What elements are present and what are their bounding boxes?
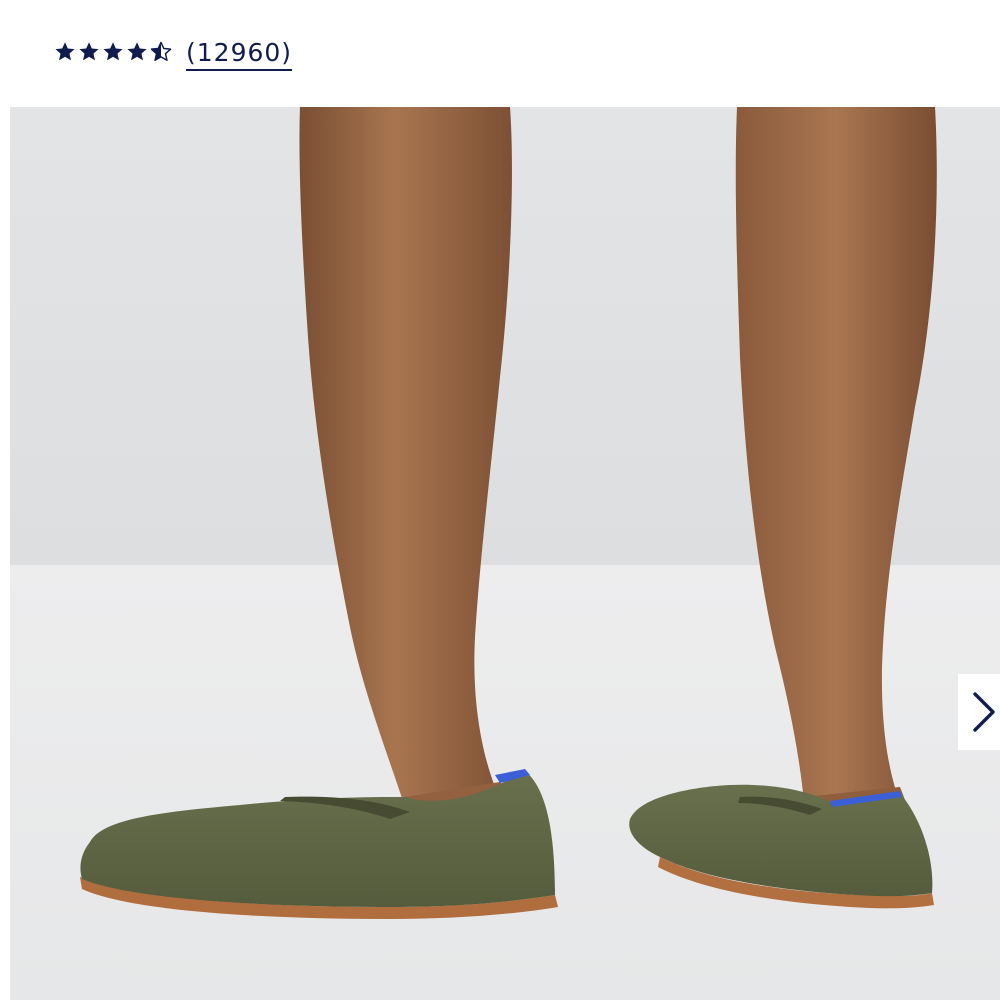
star-icon	[103, 42, 123, 61]
star-icon	[127, 42, 147, 61]
carousel-next-button[interactable]	[958, 674, 1000, 750]
product-rating: (12960)	[54, 30, 292, 74]
chevron-right-icon	[973, 692, 995, 732]
star-rating	[54, 41, 172, 63]
star-icon	[55, 42, 75, 61]
star-icon	[79, 42, 99, 61]
review-count-link[interactable]: (12960)	[186, 38, 292, 67]
product-photo-green-flats	[10, 107, 1000, 1000]
half-star-icon	[150, 41, 172, 61]
product-image-carousel	[10, 107, 1000, 1000]
